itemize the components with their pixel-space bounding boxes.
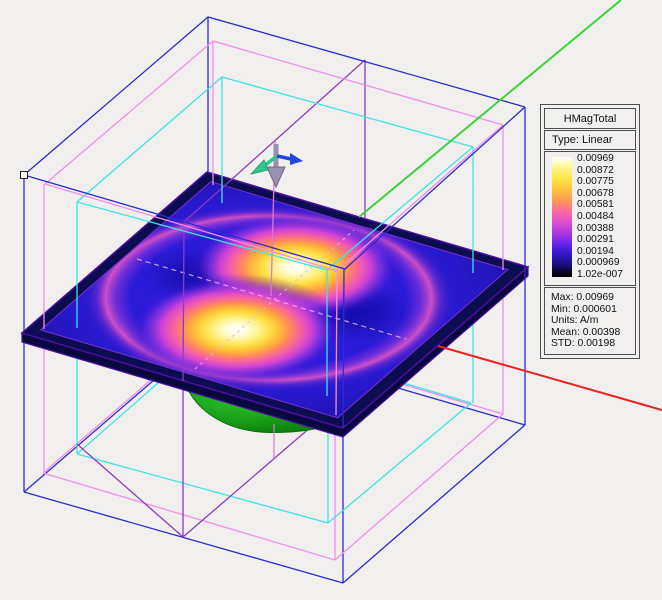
triad-normal-arrow-head	[267, 167, 285, 187]
field-plane-plot[interactable]	[0, 157, 558, 444]
orientation-triad	[251, 144, 303, 187]
stat-std: STD: 0.00198	[551, 338, 631, 350]
scale-value: 0.00581	[577, 200, 623, 210]
stat-max: Max: 0.00969	[551, 292, 631, 304]
legend-colorbar	[552, 157, 572, 277]
legend-title: HMagTotal	[544, 108, 636, 129]
triad-v-arrow-head	[251, 160, 268, 174]
scale-value: 0.00872	[577, 166, 623, 176]
legend-scale-values: 0.00969 0.00872 0.00775 0.00678 0.00581 …	[577, 154, 623, 280]
scale-value: 0.00969	[577, 154, 623, 164]
scale-value: 0.00194	[577, 247, 623, 257]
stat-mean: Mean: 0.00398	[551, 327, 631, 339]
scale-value: 0.00484	[577, 212, 623, 222]
stat-min: Min: 0.000601	[551, 304, 631, 316]
legend-statistics: Max: 0.00969 Min: 0.000601 Units: A/m Me…	[544, 287, 636, 355]
stat-units: Units: A/m	[551, 315, 631, 327]
scale-value: 0.00291	[577, 235, 623, 245]
scale-value: 0.00388	[577, 224, 623, 234]
selection-handle[interactable]	[21, 172, 28, 179]
scale-value: 1.02e-007	[577, 270, 623, 280]
scale-value: 0.000969	[577, 258, 623, 268]
legend-scale-type: Type: Linear	[544, 130, 636, 150]
triad-u-arrow-shaft	[277, 156, 291, 159]
triad-u-arrow-head	[290, 153, 303, 165]
scale-value: 0.00775	[577, 177, 623, 187]
scale-value: 0.00678	[577, 189, 623, 199]
legend-scale: 0.00969 0.00872 0.00775 0.00678 0.00581 …	[544, 151, 636, 286]
legend-panel[interactable]: HMagTotal Type: Linear 0.00969 0.00872 0…	[540, 104, 640, 359]
